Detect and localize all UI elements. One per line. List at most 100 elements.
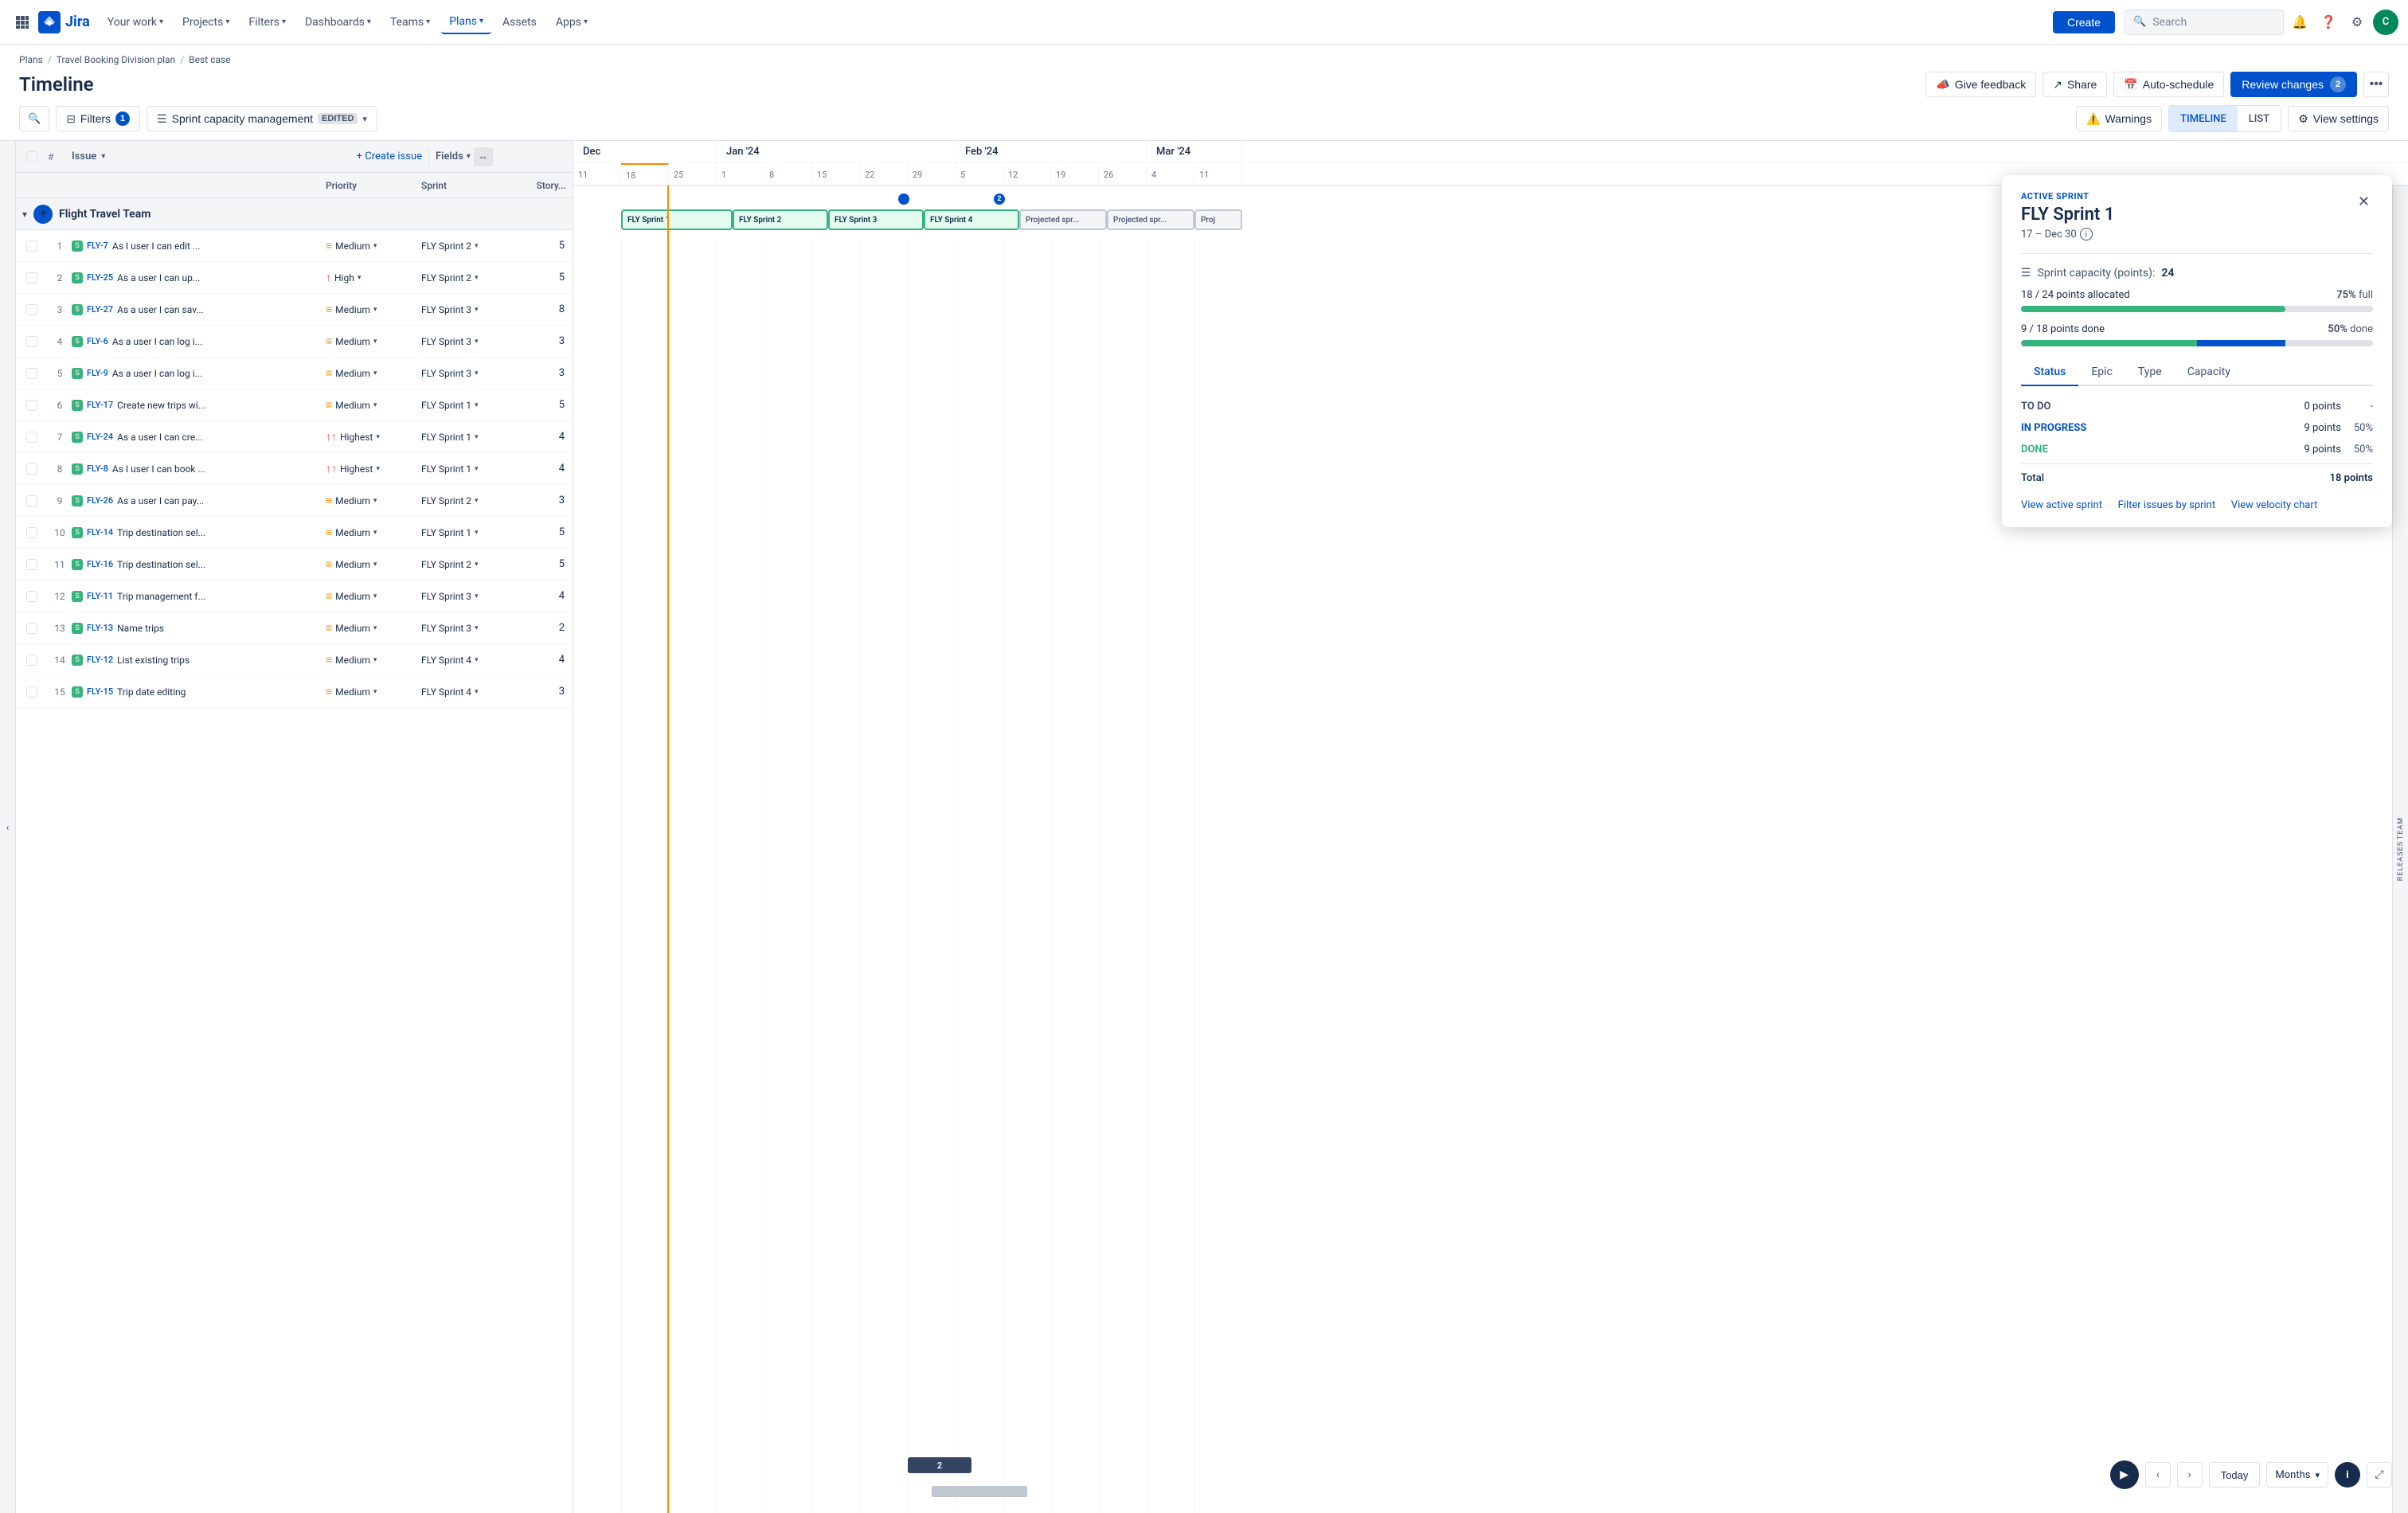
row-sprint[interactable]: FLY Sprint 2 ▾ — [421, 495, 525, 506]
priority-dropdown-icon[interactable]: ▾ — [373, 656, 377, 664]
row-sprint[interactable]: FLY Sprint 3 ▾ — [421, 304, 525, 315]
projected-sprint-2[interactable]: Projected spr... — [1107, 209, 1194, 230]
breadcrumb-division[interactable]: Travel Booking Division plan — [57, 54, 175, 65]
sprint-dropdown-icon[interactable]: ▾ — [475, 242, 479, 250]
sidebar-toggle[interactable]: ‹ — [0, 141, 16, 1513]
priority-dropdown-icon[interactable]: ▾ — [373, 369, 377, 377]
auto-schedule-button[interactable]: 📅 Auto-schedule — [2113, 72, 2224, 97]
sprint-bar-4[interactable]: FLY Sprint 4 — [924, 209, 1019, 230]
row-priority[interactable]: ≡ Medium ▾ — [326, 557, 421, 571]
sprint-bar-1[interactable]: FLY Sprint 1 — [621, 209, 733, 230]
row-sprint[interactable]: FLY Sprint 4 ▾ — [421, 655, 525, 666]
view-settings-button[interactable]: ⚙ View settings — [2288, 106, 2389, 131]
plans-menu[interactable]: Plans ▾ — [441, 10, 491, 34]
row-priority[interactable]: ↑↑ Highest ▾ — [326, 462, 421, 475]
tab-status[interactable]: Status — [2021, 359, 2078, 386]
sprint-bar-3[interactable]: FLY Sprint 3 — [828, 209, 924, 230]
priority-dropdown-icon[interactable]: ▾ — [376, 433, 380, 441]
popup-close-button[interactable]: ✕ — [2355, 191, 2373, 212]
timeline-toggle[interactable]: TIMELINE — [2169, 106, 2238, 131]
issue-link[interactable]: FLY-12 — [87, 655, 113, 665]
priority-dropdown-icon[interactable]: ▾ — [373, 338, 377, 346]
row-sprint[interactable]: FLY Sprint 1 ▾ — [421, 432, 525, 443]
list-toggle[interactable]: LIST — [2238, 106, 2281, 131]
row-checkbox[interactable] — [16, 304, 48, 315]
issue-link[interactable]: FLY-16 — [87, 559, 113, 569]
apps-menu[interactable]: Apps ▾ — [548, 11, 596, 33]
row-priority[interactable]: ≡ Medium ▾ — [326, 621, 421, 635]
sprint-dropdown-icon[interactable]: ▾ — [475, 369, 479, 377]
issue-link[interactable]: FLY-14 — [87, 527, 113, 538]
row-checkbox[interactable] — [16, 623, 48, 634]
priority-dropdown-icon[interactable]: ▾ — [373, 592, 377, 600]
row-sprint[interactable]: FLY Sprint 1 ▾ — [421, 400, 525, 411]
row-checkbox[interactable] — [16, 655, 48, 666]
issue-link[interactable]: FLY-25 — [87, 272, 113, 283]
row-priority[interactable]: ≡ Medium ▾ — [326, 494, 421, 507]
row-checkbox[interactable] — [16, 527, 48, 538]
row-priority[interactable]: ≡ Medium ▾ — [326, 366, 421, 380]
issue-link[interactable]: FLY-6 — [87, 336, 108, 346]
row-checkbox[interactable] — [16, 686, 48, 698]
issue-link[interactable]: FLY-8 — [87, 463, 108, 474]
row-priority[interactable]: ≡ Medium ▾ — [326, 303, 421, 316]
view-velocity-chart-link[interactable]: View velocity chart — [2231, 499, 2318, 511]
row-checkbox[interactable] — [16, 463, 48, 475]
sprint-dropdown-icon[interactable]: ▾ — [475, 529, 479, 537]
sprint-dropdown-icon[interactable]: ▾ — [475, 688, 479, 696]
row-priority[interactable]: ≡ Medium ▾ — [326, 334, 421, 348]
priority-dropdown-icon[interactable]: ▾ — [373, 242, 377, 250]
create-issue-btn[interactable]: + Create issue — [350, 151, 428, 162]
row-priority[interactable]: ≡ Medium ▾ — [326, 398, 421, 412]
row-checkbox[interactable] — [16, 495, 48, 506]
row-checkbox[interactable] — [16, 336, 48, 347]
row-priority[interactable]: ≡ Medium ▾ — [326, 589, 421, 603]
help-icon[interactable]: ❓ — [2316, 10, 2341, 35]
settings-icon[interactable]: ⚙ — [2344, 10, 2370, 35]
grid-icon[interactable] — [10, 10, 35, 35]
milestone-dot-2[interactable]: 2 — [994, 194, 1005, 205]
row-checkbox[interactable] — [16, 559, 48, 570]
review-changes-button[interactable]: Review changes 2 — [2230, 72, 2357, 97]
tab-epic[interactable]: Epic — [2078, 359, 2125, 385]
priority-dropdown-icon[interactable]: ▾ — [373, 561, 377, 569]
sprint-dropdown-icon[interactable]: ▾ — [475, 465, 479, 473]
sprint-dropdown-icon[interactable]: ▾ — [475, 306, 479, 314]
milestone-dot-1[interactable] — [898, 194, 909, 205]
today-button[interactable]: Today — [2209, 1462, 2261, 1488]
filters-menu[interactable]: Filters ▾ — [240, 11, 294, 33]
sprint-dropdown-icon[interactable]: ▾ — [475, 656, 479, 664]
sprint-dropdown-icon[interactable]: ▾ — [475, 592, 479, 600]
tab-capacity[interactable]: Capacity — [2175, 359, 2243, 385]
row-checkbox[interactable] — [16, 240, 48, 252]
prev-button[interactable]: ‹ — [2145, 1462, 2171, 1488]
team-row[interactable]: ▾ ✈ Flight Travel Team — [16, 198, 573, 230]
issue-link[interactable]: FLY-27 — [87, 304, 113, 315]
priority-dropdown-icon[interactable]: ▾ — [373, 497, 377, 505]
row-checkbox[interactable] — [16, 368, 48, 379]
issue-link[interactable]: FLY-24 — [87, 432, 113, 442]
row-checkbox[interactable] — [16, 432, 48, 443]
projects-menu[interactable]: Projects ▾ — [174, 11, 237, 33]
warnings-button[interactable]: ⚠️ Warnings — [2076, 106, 2162, 131]
sprint-bar-2[interactable]: FLY Sprint 2 — [733, 209, 828, 230]
give-feedback-button[interactable]: 📣 Give feedback — [1925, 72, 2036, 97]
teams-menu[interactable]: Teams ▾ — [382, 11, 438, 33]
expand-button[interactable]: ⤢ — [2367, 1462, 2392, 1488]
notifications-icon[interactable]: 🔔 — [2287, 10, 2312, 35]
dashboards-menu[interactable]: Dashboards ▾ — [297, 11, 379, 33]
sprint-dropdown-icon[interactable]: ▾ — [475, 433, 479, 441]
row-checkbox[interactable] — [16, 272, 48, 283]
projected-sprint-3[interactable]: Proj — [1194, 209, 1242, 230]
priority-dropdown-icon[interactable]: ▾ — [376, 465, 380, 473]
row-priority[interactable]: ≡ Medium ▾ — [326, 526, 421, 539]
row-sprint[interactable]: FLY Sprint 2 ▾ — [421, 559, 525, 570]
row-priority[interactable]: ↑ High ▾ — [326, 271, 421, 284]
sprint-dropdown-icon[interactable]: ▾ — [475, 401, 479, 409]
issue-link[interactable]: FLY-13 — [87, 623, 113, 633]
view-active-sprint-link[interactable]: View active sprint — [2021, 499, 2102, 511]
row-sprint[interactable]: FLY Sprint 3 ▾ — [421, 591, 525, 602]
priority-dropdown-icon[interactable]: ▾ — [373, 688, 377, 696]
issue-link[interactable]: FLY-15 — [87, 686, 113, 697]
info-button[interactable]: i — [2335, 1462, 2360, 1488]
